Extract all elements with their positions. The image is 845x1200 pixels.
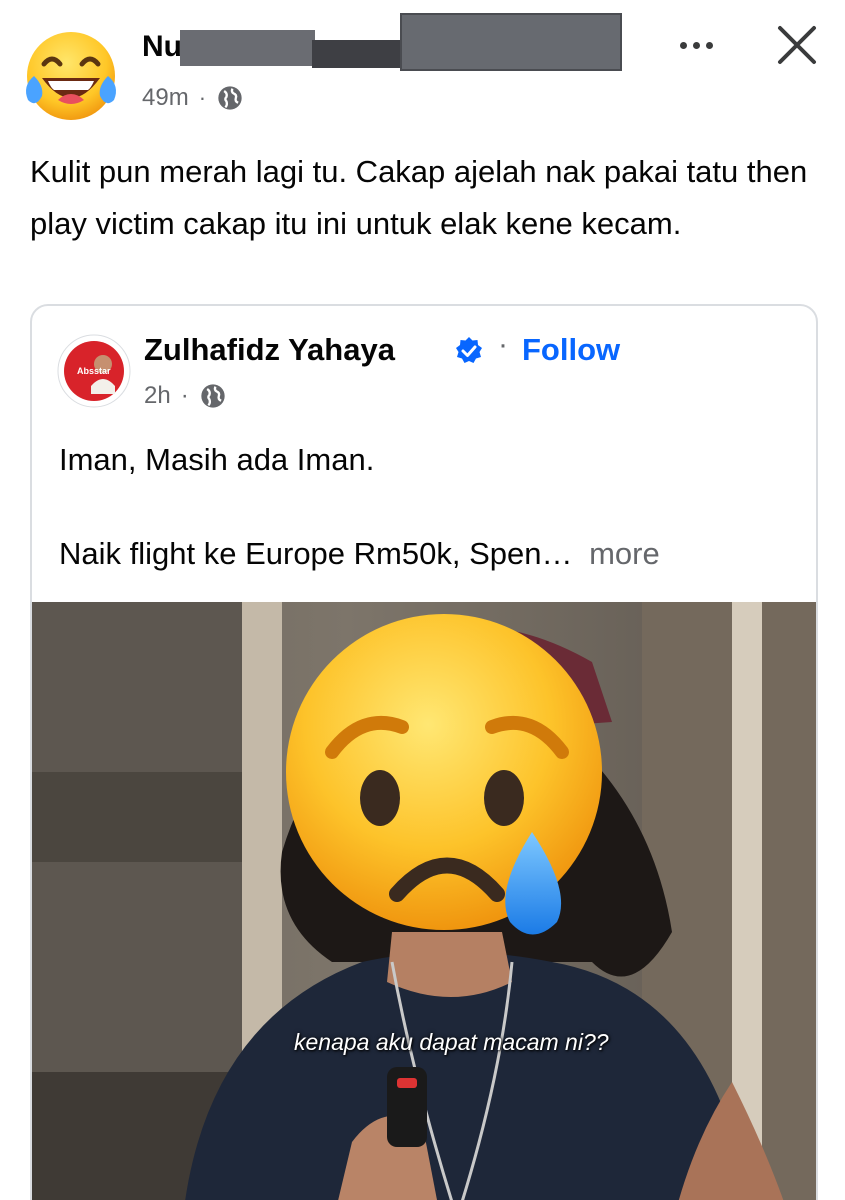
post-text: Kulit pun merah lagi tu. Cakap ajelah na… — [30, 154, 808, 241]
shared-post-text-line: Iman, Masih ada Iman. — [59, 442, 375, 477]
close-icon[interactable] — [774, 22, 820, 68]
follow-button[interactable]: Follow — [522, 332, 620, 368]
laughing-emoji-icon — [26, 32, 116, 120]
video-caption: kenapa aku dapat macam ni?? — [294, 1029, 609, 1055]
post-time[interactable]: 49m — [142, 84, 189, 112]
redaction-block — [312, 40, 412, 68]
shared-post-text-truncated: Naik flight ke Europe Rm50k, Spen… — [59, 536, 573, 571]
author-avatar[interactable] — [18, 28, 124, 124]
post-meta: 49m · — [142, 84, 244, 112]
globe-icon — [201, 384, 225, 408]
avatar-logo-text: Absstar — [77, 366, 111, 376]
more-options-icon[interactable] — [668, 30, 724, 60]
shared-post-time[interactable]: 2h — [144, 382, 171, 410]
author-name[interactable]: Nu — [142, 30, 182, 64]
shared-post-text-line: Naik flight ke Europe Rm50k, Spen… more — [59, 536, 660, 572]
redaction-block — [180, 30, 315, 66]
post-header: Nu 49m · — [0, 0, 845, 130]
redaction-block — [400, 13, 622, 71]
shared-post-meta: 2h · — [144, 382, 227, 410]
verified-badge-icon — [456, 337, 482, 363]
meta-separator: · — [180, 382, 189, 409]
photo-scene — [32, 602, 816, 1200]
globe-icon — [218, 86, 242, 110]
shared-author-avatar[interactable]: Absstar — [57, 334, 131, 408]
shared-author-name[interactable]: Zulhafidz Yahaya — [144, 332, 395, 368]
post-image[interactable]: kenapa aku dapat macam ni?? — [32, 602, 816, 1200]
shared-post-card[interactable]: Absstar Zulhafidz Yahaya · Follow 2h · I… — [30, 304, 818, 1200]
name-separator: · — [498, 328, 508, 361]
meta-separator: · — [198, 85, 207, 110]
see-more-link[interactable]: more — [589, 536, 660, 571]
